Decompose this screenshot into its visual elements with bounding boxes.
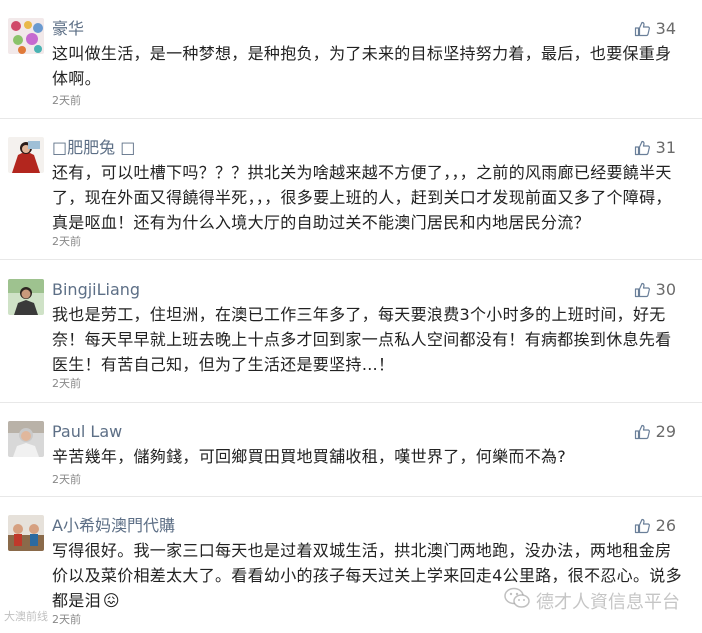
comment-time: 2天前 [52, 94, 81, 107]
confounded-emoji: 😖 [102, 591, 120, 610]
username[interactable]: 豪华 [52, 18, 84, 40]
like-count: 30 [655, 280, 676, 299]
comment-text: 这叫做生活，是一种梦想，是种抱负，为了未来的目标坚持努力着，最后，也要保重身体啊… [52, 44, 672, 88]
username[interactable]: BingjiLiang [52, 279, 140, 301]
like-count: 31 [655, 138, 676, 157]
like-count: 29 [655, 422, 676, 441]
like-button[interactable]: 34 [634, 18, 676, 40]
divider [0, 118, 702, 119]
divider [0, 259, 702, 260]
watermark-text: 德才人資信息平台 [536, 591, 680, 613]
thumbs-up-icon [634, 282, 650, 298]
avatar[interactable] [8, 421, 44, 457]
comment-time: 2天前 [52, 377, 81, 390]
like-button[interactable]: 30 [634, 279, 676, 301]
username[interactable]: □肥肥兔 □ [52, 137, 135, 159]
username[interactable]: A小希妈澳門代購 [52, 515, 175, 537]
avatar[interactable] [8, 18, 44, 54]
like-button[interactable]: 31 [634, 137, 676, 159]
divider [0, 496, 702, 497]
comment-time: 2天前 [52, 613, 81, 626]
comment-text: 我也是劳工，住坦洲，在澳已工作三年多了，每天要浪费3个小时多的上班时间，好无奈！… [52, 305, 672, 374]
wechat-icon [504, 587, 530, 614]
avatar[interactable] [8, 515, 44, 551]
comment-text: 辛苦幾年，儲夠錢，可回鄉買田買地買舖收租，嘆世界了，何樂而不為? [52, 447, 567, 466]
like-button[interactable]: 26 [634, 515, 676, 537]
comment-text: 还有，可以吐槽下吗？？？拱北关为啥越来越不方便了，，，之前的风雨廊已经要饒半天了… [52, 163, 672, 232]
comment-time: 2天前 [52, 235, 81, 248]
thumbs-up-icon [634, 21, 650, 37]
like-count: 26 [655, 516, 676, 535]
like-count: 34 [655, 19, 676, 38]
username[interactable]: Paul Law [52, 421, 122, 443]
like-button[interactable]: 29 [634, 421, 676, 443]
thumbs-up-icon [634, 424, 650, 440]
thumbs-up-icon [634, 518, 650, 534]
avatar[interactable] [8, 279, 44, 315]
comment-time: 2天前 [52, 473, 81, 486]
watermark: 德才人資信息平台 [504, 587, 680, 614]
watermark-left: 大澳前线 [4, 610, 48, 623]
avatar[interactable] [8, 137, 44, 173]
divider [0, 402, 702, 403]
thumbs-up-icon [634, 140, 650, 156]
